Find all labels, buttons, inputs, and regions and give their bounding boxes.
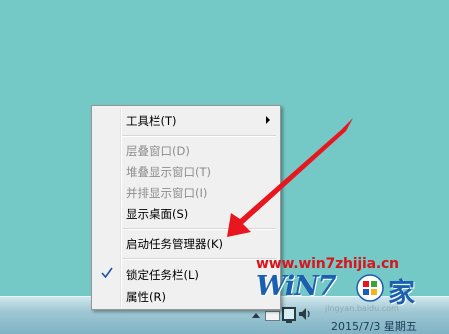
watermark-logo-text: WiN7 — [256, 271, 337, 302]
windows-flag-icon — [356, 274, 384, 302]
watermark-small-text: jingyan.baidu.com — [325, 304, 399, 313]
watermark-url: www.win7zhijia.cn — [256, 256, 399, 272]
watermark-logo: WiN7 家 — [252, 271, 432, 309]
